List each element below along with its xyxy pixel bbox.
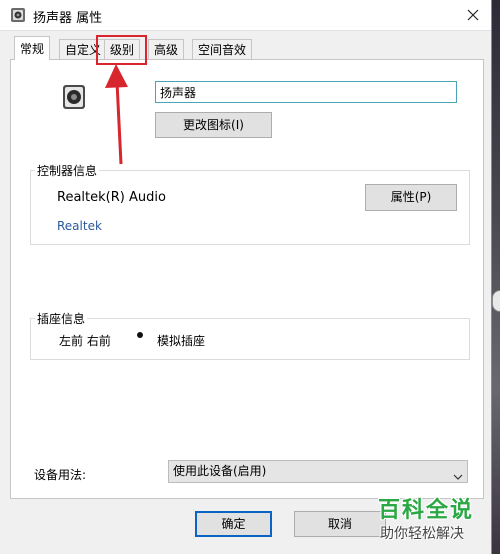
window-title: 扬声器 属性	[33, 11, 103, 26]
device-usage-value: 使用此设备(启用)	[173, 464, 267, 478]
properties-button[interactable]: 属性(P)	[365, 184, 457, 211]
speaker-icon	[60, 83, 88, 111]
device-name-input[interactable]	[155, 81, 457, 103]
change-icon-button[interactable]: 更改图标(I)	[155, 112, 272, 138]
close-icon	[467, 9, 479, 21]
chevron-down-icon	[453, 467, 463, 488]
title-bar: 扬声器 属性	[0, 0, 491, 31]
vendor-link[interactable]: Realtek	[57, 219, 102, 233]
jack-bullet-icon	[135, 329, 145, 343]
tab-spatial-sound[interactable]: 空间音效	[192, 39, 253, 59]
device-usage-select[interactable]: 使用此设备(启用)	[168, 460, 468, 483]
jack-channels: 左前 右前	[59, 334, 111, 348]
watermark-tagline: 助你轻松解决	[380, 526, 464, 542]
jack-info-title: 插座信息	[35, 310, 88, 327]
properties-window: 扬声器 属性 常规 自定义 级别 高级 空间音效 更改图标(I) 控制器信息 R…	[0, 0, 492, 554]
jack-type: 模拟插座	[157, 334, 206, 348]
ok-button[interactable]: 确定	[195, 511, 272, 537]
close-button[interactable]	[460, 3, 486, 27]
controller-info-title: 控制器信息	[35, 162, 100, 179]
annotation-arrow-icon	[105, 64, 128, 165]
desktop-scroll-handle	[492, 290, 500, 312]
controller-name: Realtek(R) Audio	[57, 190, 166, 205]
watermark: 百科全说 助你轻松解决	[368, 490, 496, 550]
desktop-background	[491, 0, 500, 554]
speaker-app-icon	[10, 7, 26, 23]
watermark-brand: 百科全说	[378, 498, 475, 523]
device-usage-label: 设备用法:	[34, 468, 87, 482]
tab-general[interactable]: 常规	[14, 36, 51, 60]
tab-advanced[interactable]: 高级	[148, 39, 185, 59]
